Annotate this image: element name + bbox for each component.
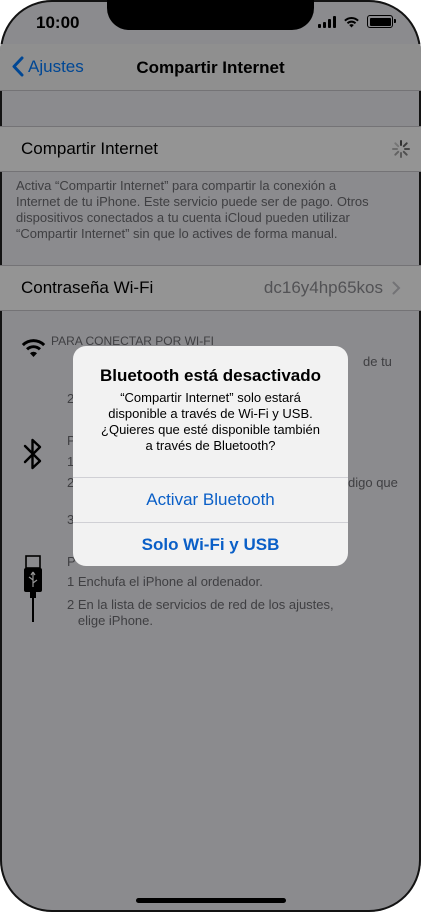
alert-message: “Compartir Internet” solo estará disponi… <box>91 390 330 454</box>
activate-bluetooth-button[interactable]: Activar Bluetooth <box>73 477 348 522</box>
phone-screen: 10:00 Ajustes Compartir Internet Compart… <box>0 0 421 912</box>
bluetooth-alert-dialog: Bluetooth está desactivado “Compartir In… <box>73 346 348 566</box>
home-indicator[interactable] <box>136 898 286 903</box>
alert-message-line: “Compartir Internet” solo estará <box>120 390 301 405</box>
alert-message-line: ¿Quieres que esté disponible también <box>101 422 320 437</box>
alert-title: Bluetooth está desactivado <box>99 366 322 385</box>
alert-message-line: disponible a través de Wi-Fi y USB. <box>108 406 313 421</box>
wifi-usb-only-button[interactable]: Solo Wi-Fi y USB <box>73 522 348 566</box>
alert-message-line: a través de Bluetooth? <box>145 438 276 453</box>
